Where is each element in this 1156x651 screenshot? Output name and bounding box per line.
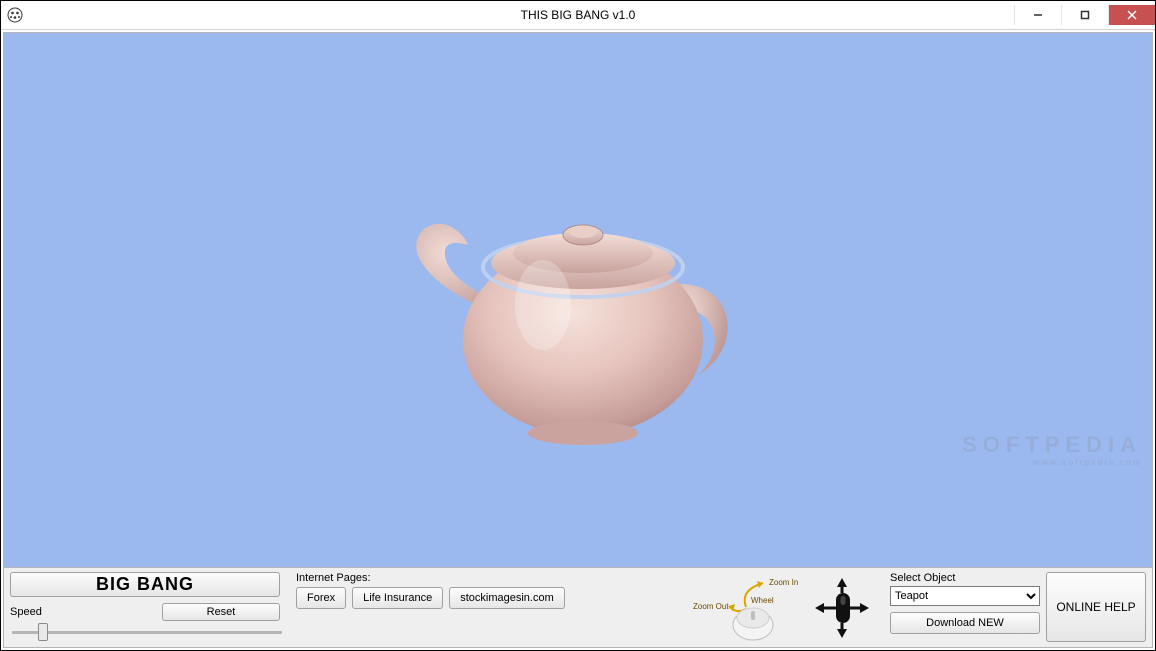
maximize-icon xyxy=(1080,10,1090,20)
watermark-main: SOFTPEDIA xyxy=(962,432,1142,457)
zoom-out-label: Zoom Out xyxy=(693,602,729,611)
maximize-button[interactable] xyxy=(1061,5,1108,25)
download-new-button[interactable]: Download NEW xyxy=(890,612,1040,634)
internet-pages-legend: Internet Pages: xyxy=(296,572,371,584)
big-bang-button[interactable]: BIG BANG xyxy=(10,572,280,597)
zoom-in-label: Zoom In xyxy=(769,578,798,587)
minimize-icon xyxy=(1033,10,1043,20)
internet-pages-group: Internet Pages: Forex Life Insurance sto… xyxy=(296,572,565,643)
watermark-sub: www.softpedia.com xyxy=(962,458,1142,467)
watermark: SOFTPEDIA www.softpedia.com xyxy=(962,432,1142,467)
3d-viewport[interactable]: SOFTPEDIA www.softpedia.com xyxy=(4,33,1152,567)
mouse-hints: Zoom In Wheel Zoom Out xyxy=(684,572,884,643)
client-area: SOFTPEDIA www.softpedia.com BIG BANG Spe… xyxy=(3,32,1153,648)
life-insurance-button[interactable]: Life Insurance xyxy=(352,587,443,609)
bottom-panel: BIG BANG Speed Reset Internet Pages: For… xyxy=(4,567,1152,647)
forex-button[interactable]: Forex xyxy=(296,587,346,609)
action-group: BIG BANG Speed Reset xyxy=(10,572,290,643)
object-combobox[interactable]: Teapot xyxy=(890,586,1040,606)
zoom-hint-icon: Zoom In Wheel Zoom Out xyxy=(691,573,801,643)
reset-button[interactable]: Reset xyxy=(162,603,280,621)
app-icon xyxy=(7,7,23,23)
close-button[interactable] xyxy=(1108,5,1155,25)
panel-spacer xyxy=(571,572,678,643)
wheel-label: Wheel xyxy=(751,596,774,605)
close-icon xyxy=(1127,10,1137,20)
window-controls xyxy=(1014,5,1155,25)
pan-hint-icon xyxy=(807,573,877,643)
teapot-render xyxy=(368,135,788,465)
stockimages-button[interactable]: stockimagesin.com xyxy=(449,587,565,609)
online-help-button[interactable]: ONLINE HELP xyxy=(1046,572,1146,642)
speed-label: Speed xyxy=(10,606,42,618)
select-object-group: Select Object Teapot Download NEW xyxy=(890,572,1040,643)
help-group: ONLINE HELP xyxy=(1046,572,1146,643)
titlebar: THIS BIG BANG v1.0 xyxy=(1,1,1155,30)
minimize-button[interactable] xyxy=(1014,5,1061,25)
app-window: THIS BIG BANG v1.0 xyxy=(0,0,1156,651)
select-object-label: Select Object xyxy=(890,572,1040,584)
window-title: THIS BIG BANG v1.0 xyxy=(1,8,1155,22)
speed-slider[interactable] xyxy=(12,623,282,641)
